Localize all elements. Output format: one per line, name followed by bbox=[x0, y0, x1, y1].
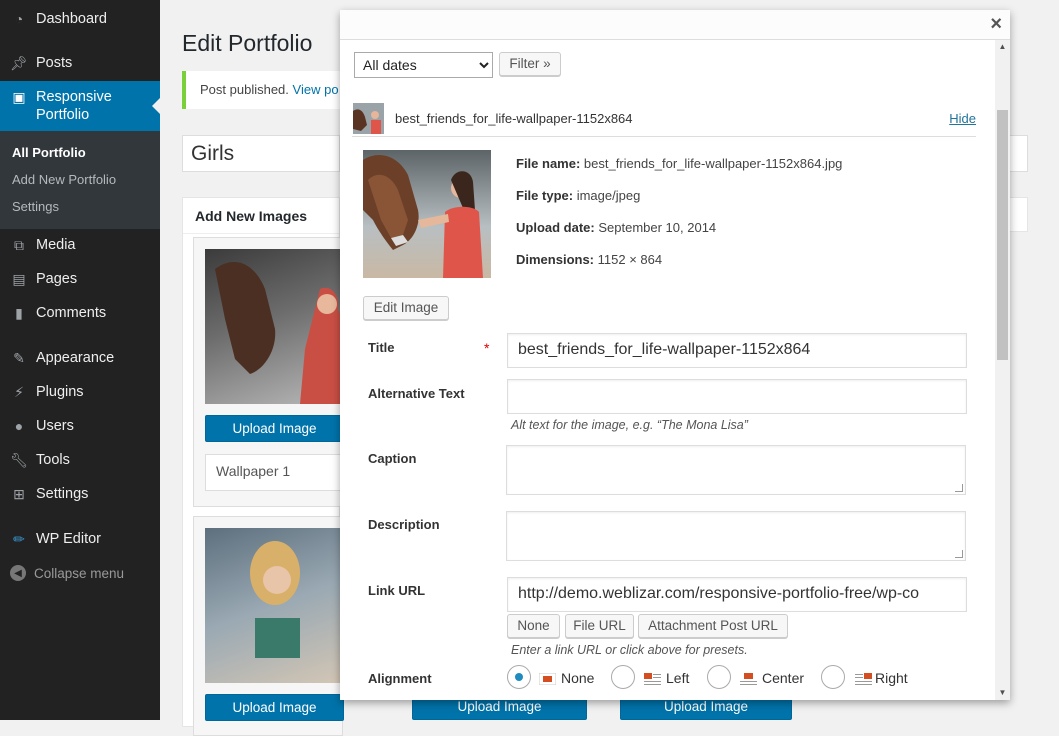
post-title-input-edge bbox=[1010, 135, 1028, 172]
sidebar-item-wp-editor[interactable]: ✏︎ WP Editor bbox=[0, 522, 160, 556]
alignment-label: Alignment bbox=[368, 671, 432, 686]
tools-icon: 🔧︎ bbox=[10, 451, 28, 468]
filter-button[interactable]: Filter » bbox=[499, 52, 561, 76]
title-label: Title bbox=[368, 340, 395, 355]
caption-textarea[interactable] bbox=[506, 445, 966, 495]
page-title: Edit Portfolio bbox=[182, 30, 313, 56]
admin-sidebar: ◔ Dashboard 📌︎ Posts ▣ Responsive Portfolio… bbox=[0, 0, 160, 720]
align-right-icon bbox=[855, 673, 872, 685]
sidebar-item-posts[interactable]: 📌︎ Posts bbox=[0, 46, 160, 80]
collapse-icon: ◀ bbox=[10, 565, 26, 581]
close-icon[interactable]: × bbox=[990, 13, 1002, 36]
align-none-icon bbox=[539, 673, 556, 685]
attachment-preview-image bbox=[363, 150, 491, 278]
settings-icon: ⊞ bbox=[13, 485, 25, 502]
pages-icon: ▤ bbox=[12, 270, 26, 287]
link-file-url-button[interactable]: File URL bbox=[565, 614, 634, 638]
align-left-icon bbox=[644, 673, 661, 685]
image-name-input[interactable]: Wallpaper 1 bbox=[205, 454, 344, 491]
align-right-radio[interactable] bbox=[821, 665, 845, 689]
hide-details-link[interactable]: Hide bbox=[949, 111, 976, 126]
meta-dimensions: Dimensions: 1152 × 864 bbox=[516, 252, 663, 267]
alt-text-help: Alt text for the image, e.g. “The Mona L… bbox=[511, 418, 748, 432]
link-url-label: Link URL bbox=[368, 583, 426, 598]
modal-header: × bbox=[340, 10, 1010, 40]
edit-image-button[interactable]: Edit Image bbox=[363, 296, 449, 320]
title-input[interactable]: best_friends_for_life-wallpaper-1152x864 bbox=[507, 333, 967, 368]
sidebar-item-responsive-portfolio[interactable]: ▣ Responsive Portfolio bbox=[0, 81, 160, 131]
link-url-input[interactable]: http://demo.weblizar.com/responsive-port… bbox=[507, 577, 967, 612]
sidebar-item-settings[interactable]: ⊞ Settings bbox=[0, 477, 160, 511]
align-center-radio[interactable] bbox=[707, 665, 731, 689]
portfolio-submenu: All Portfolio Add New Portfolio Settings bbox=[0, 131, 160, 229]
sidebar-item-comments[interactable]: ▮ Comments bbox=[0, 296, 160, 330]
images-box-title: Add New Images bbox=[183, 198, 339, 234]
image-card: Upload Image bbox=[193, 516, 344, 736]
link-attachment-post-url-button[interactable]: Attachment Post URL bbox=[638, 614, 788, 638]
align-center-icon bbox=[740, 673, 757, 685]
alt-text-input[interactable] bbox=[507, 379, 967, 414]
image-card: Upload Image Wallpaper 1 bbox=[193, 237, 344, 507]
modal-scrollbar[interactable]: ▲ ▼ bbox=[995, 40, 1010, 700]
align-left-label: Left bbox=[666, 670, 690, 686]
attachment-filename: best_friends_for_life-wallpaper-1152x864 bbox=[395, 111, 633, 126]
media-details-modal: × All dates Filter » best_friends_for_li… bbox=[340, 10, 1010, 700]
attachment-mini-thumbnail bbox=[353, 103, 384, 134]
description-label: Description bbox=[368, 517, 440, 532]
meta-file-type: File type: image/jpeg bbox=[516, 188, 641, 203]
portfolio-icon: ▣ bbox=[12, 88, 26, 105]
submenu-settings[interactable]: Settings bbox=[12, 199, 59, 214]
align-none-label: None bbox=[561, 670, 595, 686]
images-box-edge bbox=[1010, 197, 1028, 232]
scroll-up-arrow-icon[interactable]: ▲ bbox=[995, 40, 1010, 54]
collapse-menu-button[interactable]: ◀ Collapse menu bbox=[10, 565, 124, 581]
pin-icon: 📌︎ bbox=[10, 54, 28, 71]
sidebar-item-tools[interactable]: 🔧︎ Tools bbox=[0, 443, 160, 477]
sidebar-item-pages[interactable]: ▤ Pages bbox=[0, 262, 160, 296]
submenu-all-portfolio[interactable]: All Portfolio bbox=[12, 145, 86, 160]
scroll-down-arrow-icon[interactable]: ▼ bbox=[995, 686, 1010, 700]
alt-text-label: Alternative Text bbox=[368, 386, 465, 401]
image-card-thumbnail bbox=[205, 249, 344, 404]
align-right-label: Right bbox=[875, 670, 908, 686]
plugins-icon: ⚡︎ bbox=[14, 383, 24, 400]
appearance-icon: ✎ bbox=[13, 349, 25, 366]
sidebar-item-appearance[interactable]: ✎ Appearance bbox=[0, 341, 160, 375]
upload-image-button[interactable]: Upload Image bbox=[205, 415, 344, 442]
submenu-add-new-portfolio[interactable]: Add New Portfolio bbox=[12, 172, 116, 187]
required-mark: * bbox=[484, 340, 490, 356]
description-textarea[interactable] bbox=[506, 511, 966, 561]
align-center-label: Center bbox=[762, 670, 805, 686]
link-url-help: Enter a link URL or click above for pres… bbox=[511, 643, 748, 657]
sidebar-item-plugins[interactable]: ⚡︎ Plugins bbox=[0, 375, 160, 409]
upload-image-button[interactable]: Upload Image bbox=[205, 694, 344, 721]
attachment-row[interactable]: best_friends_for_life-wallpaper-1152x864… bbox=[352, 100, 976, 137]
view-post-link[interactable]: View po bbox=[293, 82, 339, 97]
sidebar-item-dashboard[interactable]: ◔ Dashboard bbox=[0, 2, 160, 36]
sidebar-item-media[interactable]: ⧉ Media bbox=[0, 228, 160, 262]
comments-icon: ▮ bbox=[15, 304, 23, 321]
publish-notice: Post published. View po bbox=[182, 71, 342, 109]
users-icon: ● bbox=[14, 418, 24, 434]
meta-file-name: File name: best_friends_for_life-wallpap… bbox=[516, 156, 843, 171]
meta-upload-date: Upload date: September 10, 2014 bbox=[516, 220, 717, 235]
sidebar-item-users[interactable]: ● Users bbox=[0, 409, 160, 443]
pen-icon: ✏︎ bbox=[13, 530, 25, 547]
caption-label: Caption bbox=[368, 451, 417, 466]
post-title-input[interactable]: Girls bbox=[182, 135, 340, 172]
media-icon: ⧉ bbox=[14, 236, 24, 253]
align-left-radio[interactable] bbox=[611, 665, 635, 689]
image-card-thumbnail bbox=[205, 528, 344, 683]
scrollbar-thumb[interactable] bbox=[997, 110, 1008, 360]
align-none-radio[interactable] bbox=[507, 665, 531, 689]
link-none-button[interactable]: None bbox=[507, 614, 560, 638]
dashboard-icon: ◔ bbox=[14, 11, 24, 27]
date-filter-select[interactable]: All dates bbox=[354, 52, 493, 78]
modal-body: All dates Filter » best_friends_for_life… bbox=[340, 40, 995, 700]
